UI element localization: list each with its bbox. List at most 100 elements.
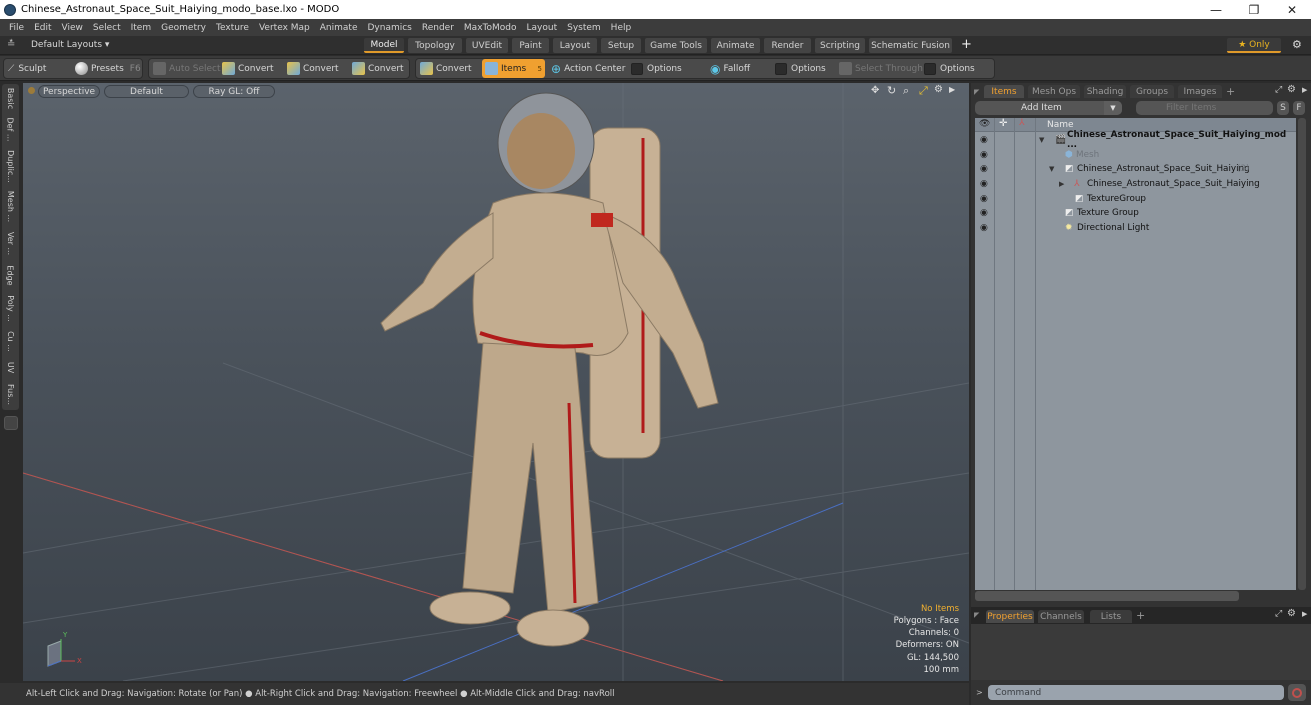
tab-uvedit[interactable]: UVEdit [466, 38, 508, 53]
tab-edge[interactable]: Edge [2, 260, 19, 290]
lock-column-icon[interactable]: ✛ [999, 118, 1007, 129]
action-center-options-button[interactable]: Options [631, 60, 682, 77]
tab-channels[interactable]: Channels [1038, 610, 1084, 623]
tab-animate[interactable]: Animate [711, 38, 760, 53]
select-through-button[interactable]: Select Through [839, 60, 923, 77]
shading-default-button[interactable]: Default [104, 85, 189, 98]
viewport-settings-gear-icon[interactable]: ⚙ [934, 84, 943, 95]
command-input[interactable]: Command [988, 685, 1284, 700]
tab-properties[interactable]: Properties [986, 610, 1034, 623]
render-column-icon[interactable]: ⅄ [1019, 118, 1025, 128]
panel-gear-icon[interactable]: ⚙ [1287, 608, 1296, 619]
view-perspective-button[interactable]: Perspective [38, 85, 100, 98]
tab-render[interactable]: Render [764, 38, 811, 53]
tab-images[interactable]: Images [1178, 85, 1222, 98]
only-toggle[interactable]: ★ Only [1227, 38, 1281, 53]
menu-animate[interactable]: Animate [320, 23, 358, 33]
tab-game-tools[interactable]: Game Tools [645, 38, 707, 53]
item-list-vertical-scrollbar[interactable] [1298, 118, 1306, 590]
expand-arrow-icon[interactable]: ▼ [1049, 165, 1054, 173]
visibility-eye-icon[interactable]: ◉ [980, 150, 988, 160]
panel-arrow-icon[interactable]: ▶ [1302, 610, 1307, 618]
tab-duplicate[interactable]: Duplic... [2, 146, 19, 186]
items-mode-button[interactable]: Items 5 [482, 59, 545, 78]
panel-arrow-icon[interactable]: ▶ [1302, 86, 1307, 94]
default-layouts-dropdown[interactable]: Default Layouts ▾ [31, 40, 109, 50]
action-center-button[interactable]: ⊕ Action Center [551, 60, 625, 77]
item-row-directional-light[interactable]: ◉ ✹ Directional Light [975, 221, 1296, 236]
tab-setup[interactable]: Setup [601, 38, 641, 53]
visibility-column-eye-icon[interactable]: 👁 [979, 119, 990, 129]
presets-button[interactable]: Presets F6 [75, 60, 141, 77]
menu-geometry[interactable]: Geometry [161, 23, 206, 33]
item-row-scene[interactable]: ◉ ▼ 🎬 Chinese_Astronaut_Space_Suit_Haiyi… [975, 130, 1296, 150]
tab-paint[interactable]: Paint [512, 38, 549, 53]
menu-render[interactable]: Render [422, 23, 454, 33]
tab-schematic-fusion[interactable]: Schematic Fusion [869, 38, 952, 53]
menu-help[interactable]: Help [611, 23, 632, 33]
astronaut-model[interactable] [380, 92, 719, 647]
menu-maxtomodo[interactable]: MaxToModo [464, 23, 517, 33]
expand-arrow-icon[interactable]: ▼ [1039, 136, 1044, 144]
tab-polygon[interactable]: Poly ... [2, 290, 19, 326]
raygl-button[interactable]: Ray GL: Off [193, 85, 275, 98]
convert-polygons-button[interactable]: Convert [352, 60, 404, 77]
name-column-header[interactable]: Name [1047, 120, 1074, 130]
options-checkbox[interactable] [631, 62, 643, 75]
tab-mesh-ops[interactable]: Mesh Ops [1028, 85, 1080, 98]
menu-texture[interactable]: Texture [216, 23, 249, 33]
item-row-locator[interactable]: ◉ ▶ ⅄ Chinese_Astronaut_Space_Suit_Haiyi… [975, 177, 1296, 192]
menu-edit[interactable]: Edit [34, 23, 51, 33]
item-row-texturegroup[interactable]: ◉ ◩ TextureGroup [975, 192, 1296, 207]
auto-select-button[interactable]: Auto Select [153, 60, 221, 77]
visibility-eye-icon[interactable]: ◉ [980, 179, 988, 189]
tab-basic[interactable]: Basic [2, 84, 19, 112]
item-row-mesh[interactable]: ◉ ⬢ Mesh [975, 148, 1296, 163]
3d-viewport[interactable]: Y X Perspective Default Ray GL: Off ✥ ↻ … [23, 83, 969, 681]
tab-groups[interactable]: Groups [1130, 85, 1174, 98]
tab-mesh[interactable]: Mesh ... [2, 186, 19, 226]
panel-maximize-icon[interactable]: ⤢ [1275, 85, 1282, 95]
add-layout-tab-button[interactable]: + [961, 37, 972, 52]
fit-icon[interactable]: ⤢ [919, 84, 928, 98]
collapse-arrow-icon[interactable]: ▶ [1059, 180, 1064, 188]
tab-vertex[interactable]: Ver ... [2, 226, 19, 260]
layout-collapse-icon[interactable]: ≛ [7, 39, 15, 50]
tab-lists[interactable]: Lists [1090, 610, 1132, 623]
sidebar-expand-button[interactable] [4, 416, 18, 430]
item-row-texture-group[interactable]: ◉ ◩ Texture Group [975, 206, 1296, 221]
add-panel-tab-button[interactable]: + [1226, 85, 1235, 98]
menu-select[interactable]: Select [93, 23, 121, 33]
falloff-options-button[interactable]: Options [775, 60, 826, 77]
visibility-eye-icon[interactable]: ◉ [980, 135, 988, 145]
falloff-button[interactable]: ◉ Falloff [710, 60, 750, 77]
visibility-eye-icon[interactable]: ◉ [980, 223, 988, 233]
panel-menu-arrow-icon[interactable]: ◤ [974, 88, 979, 96]
tab-model[interactable]: Model [364, 38, 404, 53]
options-checkbox[interactable] [924, 62, 936, 75]
menu-file[interactable]: File [9, 23, 24, 33]
menu-view[interactable]: View [62, 23, 83, 33]
visibility-eye-icon[interactable]: ◉ [980, 194, 988, 204]
viewport-expand-arrow-icon[interactable]: ▶ [949, 85, 955, 94]
gear-icon[interactable]: ⚙ [1292, 38, 1302, 51]
tab-uv[interactable]: UV [2, 356, 19, 378]
close-button[interactable]: ✕ [1273, 0, 1311, 19]
f-filter-button[interactable]: F [1293, 101, 1305, 115]
tab-deform[interactable]: Def ... [2, 112, 19, 146]
menu-dynamics[interactable]: Dynamics [367, 23, 411, 33]
sculpt-button[interactable]: ⟋ Sculpt [8, 60, 46, 77]
tab-shading[interactable]: Shading [1084, 85, 1126, 98]
tab-fusion[interactable]: Fus... [2, 378, 19, 410]
panel-gear-icon[interactable]: ⚙ [1287, 84, 1296, 95]
item-row-group[interactable]: ◉ ▼ ◩ Chinese_Astronaut_Space_Suit_Haiyi… [975, 162, 1296, 177]
s-filter-button[interactable]: S [1277, 101, 1289, 115]
menu-vertex-map[interactable]: Vertex Map [259, 23, 310, 33]
add-item-dropdown[interactable]: Add Item ▼ [975, 101, 1122, 115]
select-through-options-button[interactable]: Options [924, 60, 975, 77]
command-history-button[interactable] [1288, 684, 1306, 701]
rotate-icon[interactable]: ↻ [887, 84, 896, 97]
panel-menu-arrow-icon[interactable]: ◤ [974, 611, 979, 619]
viewport-menu-dot[interactable] [28, 87, 35, 94]
panel-maximize-icon[interactable]: ⤢ [1275, 609, 1282, 619]
